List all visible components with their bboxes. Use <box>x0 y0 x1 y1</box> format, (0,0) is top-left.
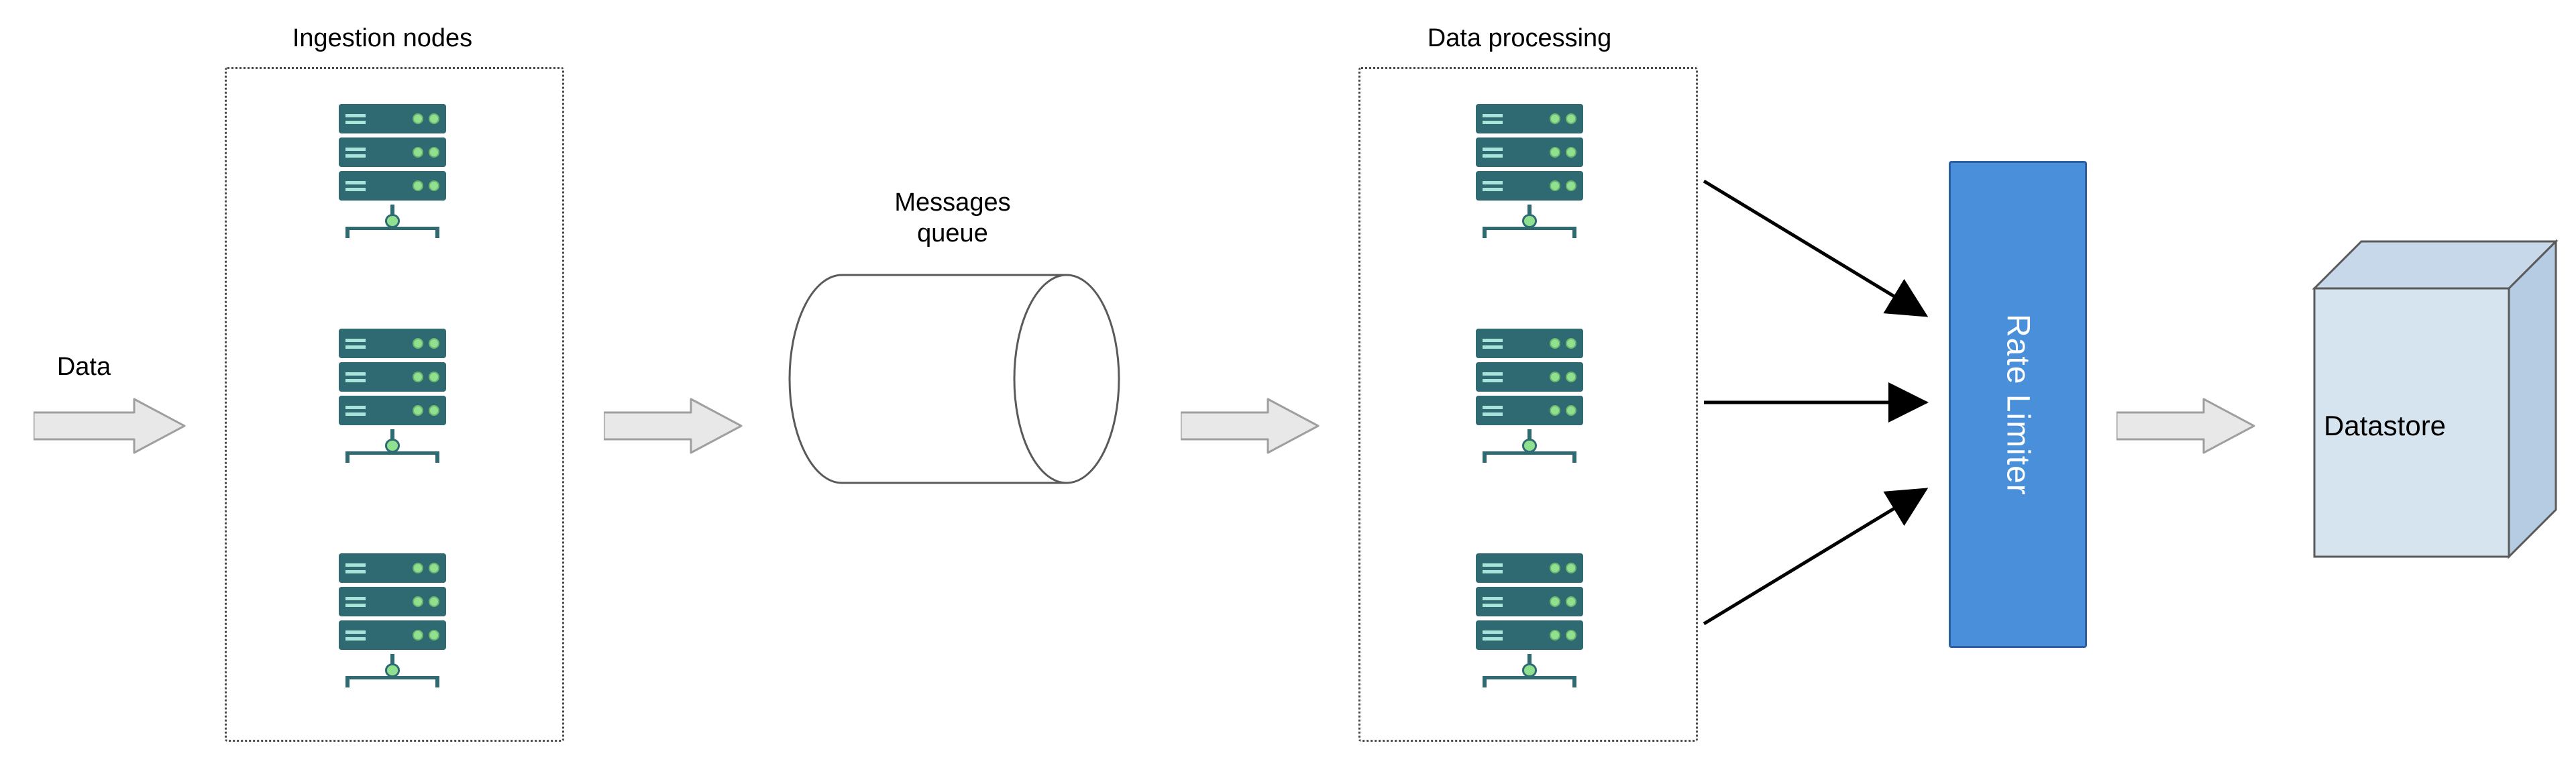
fanin-arrows <box>1697 67 1966 738</box>
ingestion-server-1 <box>329 104 456 258</box>
ingestion-server-3 <box>329 553 456 708</box>
queue-cylinder-icon <box>778 268 1134 490</box>
data-label: Data <box>34 352 134 383</box>
arrow-proc1-to-rl <box>1704 181 1925 315</box>
arrow-proc3-to-rl <box>1704 490 1925 624</box>
queue-title-line2: queue <box>917 219 988 247</box>
rate-limiter-label: Rate Limiter <box>2000 314 2037 496</box>
processing-server-3 <box>1466 553 1593 708</box>
datastore-label: Datastore <box>2291 409 2479 443</box>
processing-title: Data processing <box>1399 23 1640 54</box>
arrow-rl-to-datastore <box>2116 396 2257 456</box>
processing-server-1 <box>1466 104 1593 258</box>
arrow-data-to-ingestion <box>34 396 188 456</box>
queue-title-line1: Messages <box>894 188 1010 217</box>
arrow-queue-to-processing <box>1181 396 1322 456</box>
processing-server-2 <box>1466 329 1593 483</box>
queue-title: Messages queue <box>865 188 1040 249</box>
arrow-ingestion-to-queue <box>604 396 745 456</box>
datastore-cube-icon <box>2267 228 2576 577</box>
rate-limiter-box: Rate Limiter <box>1949 161 2087 648</box>
ingestion-title: Ingestion nodes <box>268 23 496 54</box>
ingestion-server-2 <box>329 329 456 483</box>
architecture-diagram: Data Ingestion nodes Messages queue <box>0 0 2576 776</box>
